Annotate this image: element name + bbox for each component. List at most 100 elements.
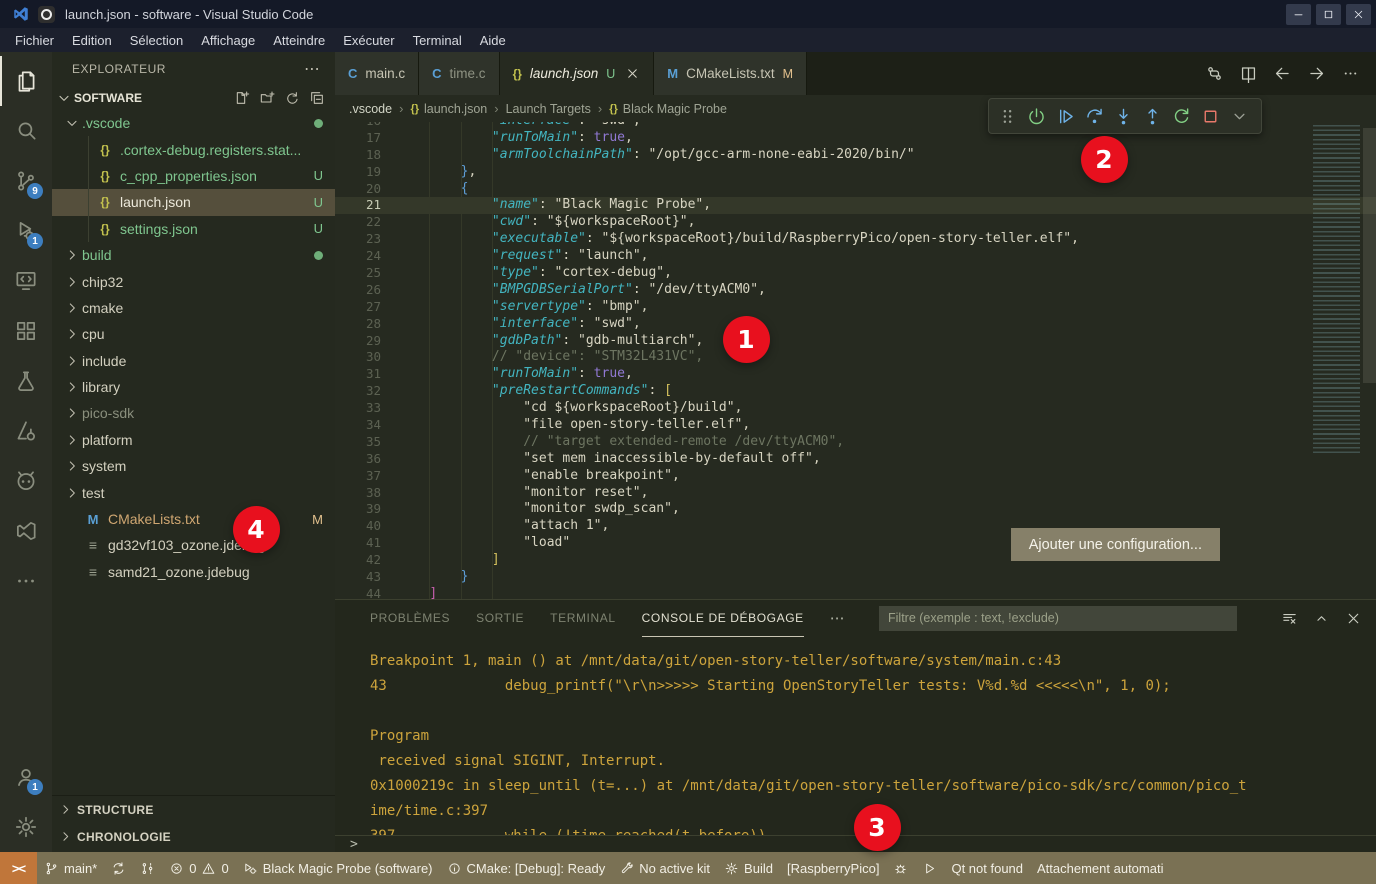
statusbar-item-no-active-kit[interactable]: No active kit	[612, 852, 717, 884]
close-button[interactable]	[1346, 4, 1371, 25]
panel-tab-terminal[interactable]: TERMINAL	[550, 600, 615, 637]
activity-item-extensions[interactable]	[0, 306, 52, 356]
menu-item-exécuter[interactable]: Exécuter	[334, 28, 403, 52]
debug-stop-button[interactable]	[1199, 105, 1222, 128]
statusbar-item-play[interactable]	[915, 852, 944, 884]
debug-continue-button[interactable]	[1054, 105, 1077, 128]
open-changes-icon[interactable]	[1205, 64, 1224, 83]
menu-item-edition[interactable]: Edition	[63, 28, 121, 52]
statusbar-item-bug[interactable]	[886, 852, 915, 884]
debug-step-into-button[interactable]	[1112, 105, 1135, 128]
breadcrumb-item[interactable]: {}launch.json	[410, 102, 487, 116]
tree-item--vscode[interactable]: .vscode	[52, 110, 335, 136]
panel-tab-console-de-d-bogage[interactable]: CONSOLE DE DÉBOGAGE	[642, 600, 804, 637]
editor[interactable]: 16 "interface": "swd",17 "runToMain": tr…	[335, 122, 1376, 599]
tree-item-build[interactable]: build	[52, 242, 335, 268]
new-file-icon[interactable]	[234, 90, 250, 106]
activity-item-vs-project[interactable]	[0, 506, 52, 556]
add-configuration-button[interactable]: Ajouter une configuration...	[1011, 528, 1220, 561]
menu-item-aide[interactable]: Aide	[471, 28, 515, 52]
tree-item-chip32[interactable]: chip32	[52, 268, 335, 294]
activity-item-settings[interactable]	[0, 802, 52, 852]
editor-scrollbar[interactable]	[1363, 128, 1376, 383]
debug-step-out-button[interactable]	[1141, 105, 1164, 128]
debug-power-button[interactable]	[1025, 105, 1048, 128]
maximize-button[interactable]	[1316, 4, 1341, 25]
activity-item-search[interactable]	[0, 106, 52, 156]
statusbar-item-black-magic-probe-software-[interactable]: Black Magic Probe (software)	[236, 852, 440, 884]
menu-item-sélection[interactable]: Sélection	[121, 28, 192, 52]
statusbar-item-build[interactable]: Build	[717, 852, 780, 884]
tree-item-system[interactable]: system	[52, 453, 335, 479]
nav-forward-icon[interactable]	[1307, 64, 1326, 83]
activity-item-remote-explorer[interactable]	[0, 256, 52, 306]
panel-tab-probl-mes[interactable]: PROBLÈMES	[370, 600, 450, 637]
tree-item-samd21-ozone-jdebug[interactable]: ≡samd21_ozone.jdebug	[52, 559, 335, 585]
collapse-all-icon[interactable]	[309, 90, 325, 106]
activity-item-account[interactable]: 1	[0, 752, 52, 802]
nav-back-icon[interactable]	[1273, 64, 1292, 83]
breadcrumb-item[interactable]: Launch Targets	[506, 102, 591, 116]
activity-item-run-debug[interactable]: 1	[0, 206, 52, 256]
statusbar-item-main-[interactable]: main*	[37, 852, 104, 884]
panel-more-icon[interactable]: ⋯	[830, 609, 846, 627]
tree-item-include[interactable]: include	[52, 348, 335, 374]
close-panel-icon[interactable]	[1345, 610, 1362, 627]
activity-item-more-views[interactable]	[0, 556, 52, 606]
clear-console-icon[interactable]	[1281, 610, 1298, 627]
statusbar-item-sync[interactable]	[104, 852, 133, 884]
tab-main-c[interactable]: Cmain.c	[335, 52, 419, 95]
new-folder-icon[interactable]	[259, 90, 275, 106]
statusbar-item-qt-not-found[interactable]: Qt not found	[944, 852, 1030, 884]
tree-item-launch-json[interactable]: {}launch.jsonU	[52, 189, 335, 215]
statusbar-item--raspberrypico-[interactable]: [RaspberryPico]	[780, 852, 886, 884]
debug-step-over-button[interactable]	[1083, 105, 1106, 128]
activity-item-platformio[interactable]	[0, 456, 52, 506]
activity-item-test-beaker[interactable]	[0, 356, 52, 406]
tree-item-platform[interactable]: platform	[52, 427, 335, 453]
section-chronologie[interactable]: CHRONOLOGIE	[52, 823, 335, 850]
more-actions-icon[interactable]: ⋯	[304, 59, 321, 79]
search-icon	[13, 118, 39, 144]
tab-cmakelists-txt[interactable]: MCMakeLists.txtM	[654, 52, 807, 95]
section-structure[interactable]: STRUCTURE	[52, 796, 335, 823]
menu-item-atteindre[interactable]: Atteindre	[264, 28, 334, 52]
refresh-icon[interactable]	[284, 90, 300, 106]
minimap[interactable]	[1313, 125, 1360, 455]
split-editor-icon[interactable]	[1239, 64, 1258, 83]
debug-restart-button[interactable]	[1170, 105, 1193, 128]
activity-item-cmake-tools[interactable]	[0, 406, 52, 456]
statusbar-item-0[interactable]: 00	[162, 852, 235, 884]
workspace-section-header[interactable]: SOFTWARE	[52, 85, 335, 110]
statusbar-item-compare[interactable]	[133, 852, 162, 884]
tree-item-gd32vf103-ozone-jdebug[interactable]: ≡gd32vf103_ozone.jdebug	[52, 532, 335, 558]
close-icon[interactable]	[625, 66, 640, 81]
panel-tab-sortie[interactable]: SORTIE	[476, 600, 524, 637]
collapse-panel-icon[interactable]	[1313, 610, 1330, 627]
tree-item--cortex-debug-registers-stat-[interactable]: {}.cortex-debug.registers.stat...	[52, 136, 335, 162]
minimize-button[interactable]	[1286, 4, 1311, 25]
tree-item-settings-json[interactable]: {}settings.jsonU	[52, 216, 335, 242]
remote-indicator[interactable]: ><	[0, 852, 37, 884]
statusbar-item-attachement-automati[interactable]: Attachement automati	[1030, 852, 1170, 884]
tree-item-c-cpp-properties-json[interactable]: {}c_cpp_properties.jsonU	[52, 163, 335, 189]
activity-item-source-control[interactable]: 9	[0, 156, 52, 206]
tree-item-test[interactable]: test	[52, 479, 335, 505]
tree-item-library[interactable]: library	[52, 374, 335, 400]
activity-item-explorer[interactable]	[0, 56, 52, 106]
menu-item-fichier[interactable]: Fichier	[6, 28, 63, 52]
menu-item-terminal[interactable]: Terminal	[404, 28, 471, 52]
breadcrumb-item[interactable]: .vscode	[349, 102, 392, 116]
more-actions-icon[interactable]	[1341, 64, 1360, 83]
tree-item-cmake[interactable]: cmake	[52, 295, 335, 321]
tab-time-c[interactable]: Ctime.c	[419, 52, 499, 95]
tab-launch-json[interactable]: {}launch.jsonU	[500, 52, 655, 95]
menu-item-affichage[interactable]: Affichage	[192, 28, 264, 52]
tree-item-pico-sdk[interactable]: pico-sdk	[52, 400, 335, 426]
console-filter-input[interactable]	[879, 606, 1237, 631]
breadcrumb-item[interactable]: {}Black Magic Probe	[609, 102, 727, 116]
tree-item-cpu[interactable]: cpu	[52, 321, 335, 347]
debug-chevron-down-button[interactable]	[1228, 105, 1251, 128]
statusbar-item-cmake-debug-ready[interactable]: CMake: [Debug]: Ready	[440, 852, 613, 884]
tree-item-cmakelists-txt[interactable]: MCMakeLists.txtM	[52, 506, 335, 532]
